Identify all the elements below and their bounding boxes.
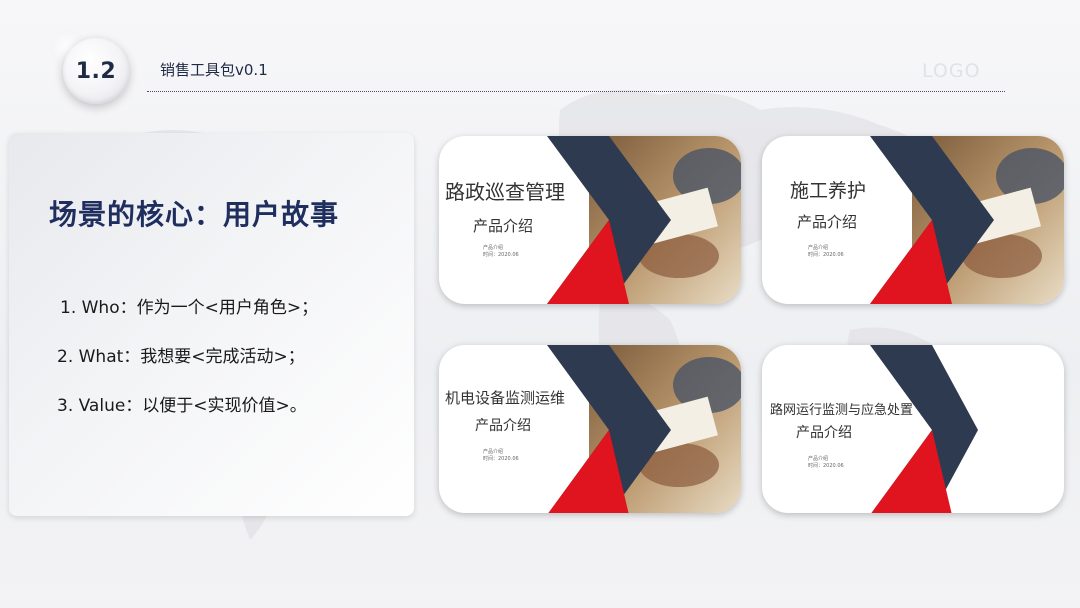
- card-subtitle: 产品介绍: [475, 418, 531, 434]
- product-card-construction-maintenance[interactable]: 施工养护 产品介绍 产品介绍 时间：2020.06: [762, 136, 1064, 304]
- card-meta-date: 时间：2020.06: [808, 463, 844, 469]
- card-subtitle: 产品介绍: [796, 425, 852, 441]
- story-item-value: 3. Value：以便于<实现价值>。: [57, 396, 307, 416]
- header-divider: [147, 91, 1005, 92]
- story-item-what: 2. What：我想要<完成活动>；: [57, 347, 305, 367]
- card-subtitle: 产品介绍: [473, 217, 534, 235]
- panel-heading: 场景的核心：用户故事: [49, 198, 340, 231]
- section-number-badge: 1.2: [50, 30, 129, 104]
- section-number: 1.2: [75, 58, 117, 84]
- page-title: 销售工具包v0.1: [160, 61, 268, 79]
- card-title: 路网运行监测与应急处置: [770, 403, 914, 418]
- card-title: 施工养护: [790, 180, 867, 202]
- card-meta-label: 产品介绍: [483, 449, 504, 455]
- card-subtitle: 产品介绍: [797, 213, 858, 231]
- card-meta-label: 产品介绍: [808, 245, 829, 251]
- user-story-panel: 场景的核心：用户故事 1. Who：作为一个<用户角色>； 2. What：我想…: [9, 133, 414, 516]
- story-item-who: 1. Who：作为一个<用户角色>；: [60, 298, 319, 318]
- story-list: 1. Who：作为一个<用户角色>； 2. What：我想要<完成活动>； 3.…: [57, 297, 318, 444]
- product-card-electromechanical[interactable]: 机电设备监测运维 产品介绍 产品介绍 时间：2020.06: [439, 345, 741, 513]
- product-card-road-patrol[interactable]: 路政巡查管理 产品介绍 产品介绍 时间：2020.06: [439, 136, 741, 304]
- card-meta-date: 时间：2020.06: [483, 456, 519, 462]
- product-card-network-monitoring[interactable]: 路网运行监测与应急处置 产品介绍 产品介绍 时间：2020.06: [762, 345, 1064, 513]
- card-meta-date: 时间：2020.06: [808, 252, 844, 258]
- card-meta-label: 产品介绍: [483, 245, 504, 251]
- card-title: 机电设备监测运维: [445, 389, 566, 407]
- card-meta-label: 产品介绍: [808, 456, 829, 462]
- card-meta-date: 时间：2020.06: [483, 252, 519, 258]
- card-title: 路政巡查管理: [445, 180, 565, 204]
- logo: LOGO: [922, 60, 981, 82]
